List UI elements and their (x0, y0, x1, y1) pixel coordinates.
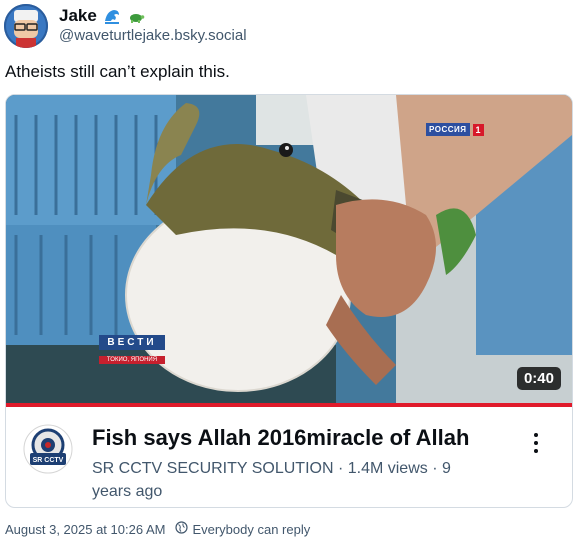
chyron-title: ВЕСТИ (99, 335, 165, 350)
chyron-subtitle: ТОКИО, ЯПОНИЯ (99, 356, 165, 364)
reply-setting-label: Everybody can reply (192, 521, 311, 537)
video-progress-bar (6, 403, 572, 407)
news-chyron: ВЕСТИ ТОКИО, ЯПОНИЯ (99, 335, 165, 364)
video-info: SR CCTV Fish says Allah 2016miracle of A… (6, 411, 572, 507)
video-embed-card[interactable]: РОССИЯ 1 ВЕСТИ ТОКИО, ЯПОНИЯ 0:40 SR CCT… (5, 94, 573, 508)
display-name[interactable]: Jake (59, 6, 97, 26)
avatar[interactable] (4, 4, 48, 48)
post-footer: August 3, 2025 at 10:26 AM Everybody can… (5, 521, 310, 537)
tv-channel-logo: РОССИЯ 1 (426, 123, 484, 136)
channel-logo[interactable]: SR CCTV (22, 423, 74, 475)
tv-logo-word: РОССИЯ (426, 123, 470, 136)
video-meta: SR CCTV SECURITY SOLUTION · 1.4M views ·… (92, 460, 451, 500)
video-duration: 0:40 (516, 367, 561, 390)
post-header: Jake @waveturtlejake.bsky.social (0, 0, 578, 56)
post-text: Atheists still can’t explain this. (5, 62, 230, 81)
video-title[interactable]: Fish says Allah 2016miracle of Allah (92, 425, 469, 451)
more-options-icon[interactable] (532, 433, 540, 457)
reply-setting[interactable]: Everybody can reply (175, 521, 310, 537)
svg-text:SR CCTV: SR CCTV (33, 457, 64, 464)
handle[interactable]: @waveturtlejake.bsky.social (59, 27, 247, 44)
post-timestamp[interactable]: August 3, 2025 at 10:26 AM (5, 522, 165, 537)
video-thumbnail[interactable]: РОССИЯ 1 ВЕСТИ ТОКИО, ЯПОНИЯ 0:40 (6, 95, 572, 405)
wave-emoji-icon (103, 7, 121, 25)
globe-icon (175, 521, 189, 537)
turtle-emoji-icon (127, 7, 145, 25)
tv-logo-number: 1 (472, 123, 484, 136)
